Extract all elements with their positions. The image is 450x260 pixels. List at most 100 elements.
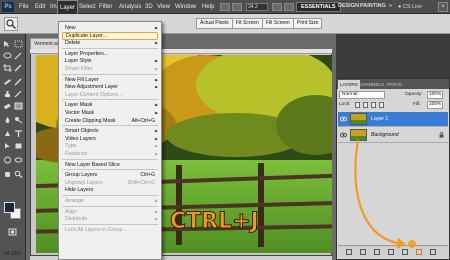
visibility-eye-icon[interactable] [339, 116, 348, 122]
lock-position-icon[interactable] [371, 102, 376, 108]
foreground-color-swatch[interactable] [4, 202, 15, 213]
menu-item-layer-content-options: Layer Content Options... [59, 91, 161, 99]
quick-mask-icon[interactable] [8, 228, 17, 236]
eraser-tool-icon[interactable] [3, 102, 12, 110]
pen-tool-icon[interactable] [3, 130, 12, 138]
menu-item-hide-layers[interactable]: Hide Layers [59, 186, 161, 194]
lasso-tool-icon[interactable] [3, 52, 12, 60]
hand-view-icon[interactable] [272, 3, 282, 11]
link-layers-icon[interactable] [346, 249, 352, 255]
marquee-tool-icon[interactable] [14, 40, 23, 48]
menu-separator [62, 125, 158, 127]
fit-screen-button[interactable]: Fit Screen [232, 18, 263, 29]
close-button[interactable]: × [438, 2, 448, 12]
lock-pixels-icon[interactable] [363, 102, 368, 108]
history-brush-tool-icon[interactable] [14, 90, 23, 98]
visibility-eye-icon[interactable] [339, 132, 348, 138]
menu-item-label: Smart Objects [65, 128, 99, 135]
menu-separator [62, 205, 158, 207]
healing-brush-tool-icon[interactable] [3, 78, 12, 86]
menu-item-label: Layer Properties... [65, 50, 109, 57]
actual-pixels-button[interactable]: Actual Pixels [196, 18, 233, 29]
menu-view[interactable]: View [155, 0, 172, 14]
crop-tool-icon[interactable] [3, 64, 12, 72]
menu-file[interactable]: File [17, 0, 31, 14]
arrange-documents-icon[interactable] [284, 3, 294, 11]
collapsed-panels-strip [336, 34, 450, 78]
tab-channels[interactable]: CHANNELS [357, 80, 386, 89]
menu-separator [62, 223, 158, 225]
path-selection-tool-icon[interactable] [3, 142, 12, 150]
keyboard-shortcut-overlay: CTRL+J [170, 209, 260, 235]
menu-item-new[interactable]: New ▶ [59, 24, 161, 32]
fill-screen-button[interactable]: Fill Screen [262, 18, 294, 29]
workspace-more[interactable]: » [385, 2, 396, 12]
menu-edit[interactable]: Edit [33, 0, 47, 14]
3d-rotate-tool-icon[interactable] [3, 156, 12, 164]
menu-select[interactable]: Select [77, 0, 98, 14]
new-layer-icon[interactable] [416, 249, 422, 255]
layers-panel-tabs: LAYERS CHANNELS PATHS [337, 79, 449, 89]
new-group-icon[interactable] [402, 249, 408, 255]
zoom-tool-icon[interactable] [4, 17, 18, 31]
layer-style-icon[interactable] [360, 249, 366, 255]
lock-fill-row: Lock: Fill: 100% [339, 101, 447, 110]
menu-bar: Ps File Edit Image Layer Select Filter A… [0, 0, 450, 14]
menu-layer[interactable]: Layer [57, 0, 79, 14]
menu-item-label: Delete [65, 40, 81, 47]
menu-item-label: New Layer Based Slice [65, 161, 120, 168]
menu-filter[interactable]: Filter [97, 0, 114, 14]
layer-row-layer-1[interactable]: Layer 1 [338, 112, 448, 127]
hand-tool-icon[interactable] [3, 170, 12, 178]
3d-orbit-tool-icon[interactable] [14, 156, 23, 164]
tab-paths[interactable]: PATHS [385, 80, 404, 89]
type-tool-icon[interactable] [14, 130, 23, 138]
clone-stamp-tool-icon[interactable] [3, 90, 12, 98]
zoom-tool-small-icon[interactable] [14, 170, 23, 178]
quick-select-tool-icon[interactable] [14, 52, 23, 60]
gradient-tool-icon[interactable] [14, 102, 23, 110]
adjustment-layer-icon[interactable] [388, 249, 394, 255]
menu-analysis[interactable]: Analysis [117, 0, 143, 14]
lock-all-icon[interactable] [379, 102, 384, 108]
status-zoom-level: 34.15% [4, 251, 21, 257]
cs-live-label: CS Live [402, 4, 423, 10]
print-size-button[interactable]: Print Size [293, 18, 323, 29]
menu-3d[interactable]: 3D [143, 0, 155, 14]
lock-transparency-icon[interactable] [355, 102, 360, 108]
cs-live[interactable]: ● CS Live [398, 2, 422, 12]
shape-tool-icon[interactable] [14, 142, 23, 150]
menu-item-shortcut: Alt+Ctrl+G [131, 117, 155, 124]
bridge-icon[interactable] [220, 3, 230, 11]
blend-opacity-row: Normal Opacity: 100% [339, 91, 447, 100]
blur-tool-icon[interactable] [3, 116, 12, 124]
layer-thumbnail [350, 129, 367, 141]
minibridge-icon[interactable] [232, 3, 242, 11]
layers-panel: LAYERS CHANNELS PATHS Normal Opacity: 10… [336, 78, 450, 260]
menu-item-label: Group Layers [65, 172, 98, 179]
menu-item-label: Video Layers [65, 135, 96, 142]
opacity-input[interactable]: 100% [427, 91, 443, 99]
dodge-tool-icon[interactable] [14, 116, 23, 124]
delete-layer-icon[interactable] [430, 249, 436, 255]
layer-row-background[interactable]: Background [338, 128, 448, 143]
menu-item-smart-filter: Smart Filter ▶ [59, 65, 161, 73]
menu-item-label: Arrange [65, 198, 84, 204]
blend-mode-select[interactable]: Normal [339, 91, 385, 99]
layer-name[interactable]: Layer 1 [371, 112, 388, 126]
add-mask-icon[interactable] [374, 249, 380, 255]
menu-help[interactable]: Help [200, 0, 216, 14]
eyedropper-tool-icon[interactable] [14, 64, 23, 72]
menu-item-create-clipping-mask[interactable]: Create Clipping Mask Alt+Ctrl+G [59, 117, 161, 125]
layer-name[interactable]: Background [371, 128, 399, 142]
zoom-level-field[interactable]: 34.2 [246, 3, 268, 11]
submenu-arrow-icon: ▶ [155, 217, 158, 222]
menu-item-new-layer-based-slice[interactable]: New Layer Based Slice [59, 161, 161, 169]
move-tool-icon[interactable] [3, 40, 12, 48]
fill-input[interactable]: 100% [427, 101, 443, 109]
menu-item-label: Layer Style [65, 58, 92, 65]
menu-item-arrange: Arrange ▶ [59, 197, 161, 205]
menu-window[interactable]: Window [173, 0, 198, 14]
brush-tool-icon[interactable] [14, 78, 23, 86]
menu-item-delete[interactable]: Delete ▶ [59, 39, 161, 47]
